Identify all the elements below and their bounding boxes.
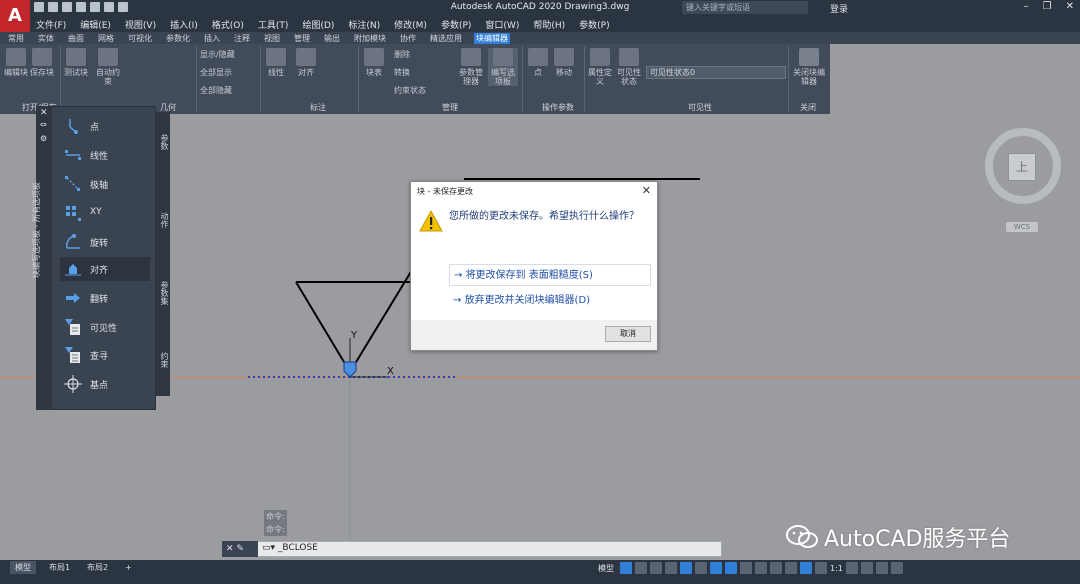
dialog-footer: 取消 [411,320,657,350]
palette-item-point[interactable]: 点 [60,114,150,138]
close-icon[interactable]: ✕ [226,544,234,554]
basepoint-param-icon [64,375,82,393]
snap-icon[interactable] [635,562,647,574]
palette-title: 块编写选项板 - 所有选项板 [32,182,41,278]
ucs-x-label: X [387,366,394,377]
viewcube-top-face[interactable]: 上 [1008,153,1036,181]
grid-icon[interactable] [620,562,632,574]
annotation-scale[interactable]: 1:1 [830,564,843,573]
point-param-icon [69,119,78,134]
ortho-icon[interactable] [665,562,677,574]
tab-constraints[interactable]: 约束 [156,340,170,380]
xy-param-icon [66,206,81,221]
save-changes-option[interactable]: → 将更改保存到 表面粗糙度(S) [449,264,651,286]
lookup-param-icon [65,347,80,363]
command-input[interactable]: ▭▾ _BCLOSE [262,543,318,553]
hamburger-menu-icon[interactable] [890,562,903,574]
model-space-label[interactable]: 模型 [598,563,614,574]
command-history: 命令: 命令: [264,510,287,536]
palette-item-polar[interactable]: 极轴 [60,172,150,196]
palette-item-flip[interactable]: 翻转 [60,286,150,310]
close-icon[interactable]: ✕ [642,184,651,197]
palette-item-visibility[interactable]: 可见性 [60,315,150,339]
object-snap-icon[interactable] [725,562,737,574]
triangle-shape [295,269,413,374]
dialog-title: 块 - 未保存更改 [417,187,473,196]
cancel-button[interactable]: 取消 [605,326,651,342]
watermark-text: AutoCAD服务平台 [824,527,1011,552]
warning-icon [419,210,443,232]
transparency-icon[interactable] [755,562,767,574]
palette-item-xy[interactable]: XY [60,201,150,225]
wechat-icon [786,525,818,548]
palette-item-basepoint[interactable]: 基点 [60,372,150,396]
command-prompt-icon: ▭▾ [262,543,278,553]
status-bar [0,560,1080,584]
palette-item-rotation[interactable]: 旋转 [60,230,150,254]
isodraft-icon[interactable] [695,562,707,574]
3d-osnap-icon[interactable] [785,562,797,574]
discard-changes-option[interactable]: → 放弃更改并关闭块编辑器(D) [449,290,651,312]
infer-constraints-icon[interactable] [650,562,662,574]
unsaved-changes-dialog: 块 - 未保存更改 ✕ 您所做的更改未保存。希望执行什么操作？ → 将更改保存到… [410,181,658,351]
close-icon[interactable]: ✕ [40,108,48,118]
flip-param-icon [66,293,80,303]
ucs-y-label: Y [350,330,358,341]
tab-layout1[interactable]: 布局1 [44,561,75,574]
polar-tracking-icon[interactable] [680,562,692,574]
tab-model[interactable]: 模型 [10,561,36,574]
wrench-icon[interactable]: ✎ [236,544,244,554]
polar-param-icon [65,176,80,191]
annotation-visibility-icon[interactable] [800,562,812,574]
palette-item-lookup[interactable]: 查寻 [60,343,150,367]
selection-cycling-icon[interactable] [770,562,782,574]
wcs-menu[interactable]: WCS [1006,222,1038,232]
add-layout-button[interactable]: + [120,561,137,574]
palette-item-alignment[interactable]: 对齐 [60,257,150,281]
linear-param-icon [65,150,81,160]
base-point-grip[interactable] [343,361,357,378]
gear-icon[interactable] [845,562,858,574]
status-toggles: 模型 1:1 [598,562,903,574]
tab-parameters[interactable]: 参数 [156,122,170,162]
autohide-icon[interactable]: ⇔ [40,120,47,129]
alignment-param-icon [65,264,81,276]
watermark: AutoCAD服务平台 [786,520,1010,554]
plus-icon[interactable] [860,562,873,574]
settings-icon[interactable]: ⚙ [40,134,47,143]
visibility-param-icon [65,319,80,335]
palette-item-linear[interactable]: 线性 [60,143,150,167]
object-snap-tracking-icon[interactable] [710,562,722,574]
command-line-controls: ✕ ✎ [222,541,258,557]
tab-parameter-sets[interactable]: 参数集 [156,270,170,316]
lineweight-icon[interactable] [740,562,752,574]
arrow-right-icon: → [453,295,465,306]
rotation-param-icon [65,234,80,249]
auto-scale-icon[interactable] [815,562,827,574]
clean-screen-icon[interactable] [875,562,888,574]
tab-actions[interactable]: 动作 [156,200,170,240]
arrow-right-icon: → [454,270,466,281]
dialog-message: 您所做的更改未保存。希望执行什么操作？ [449,211,639,222]
tab-layout2[interactable]: 布局2 [82,561,113,574]
